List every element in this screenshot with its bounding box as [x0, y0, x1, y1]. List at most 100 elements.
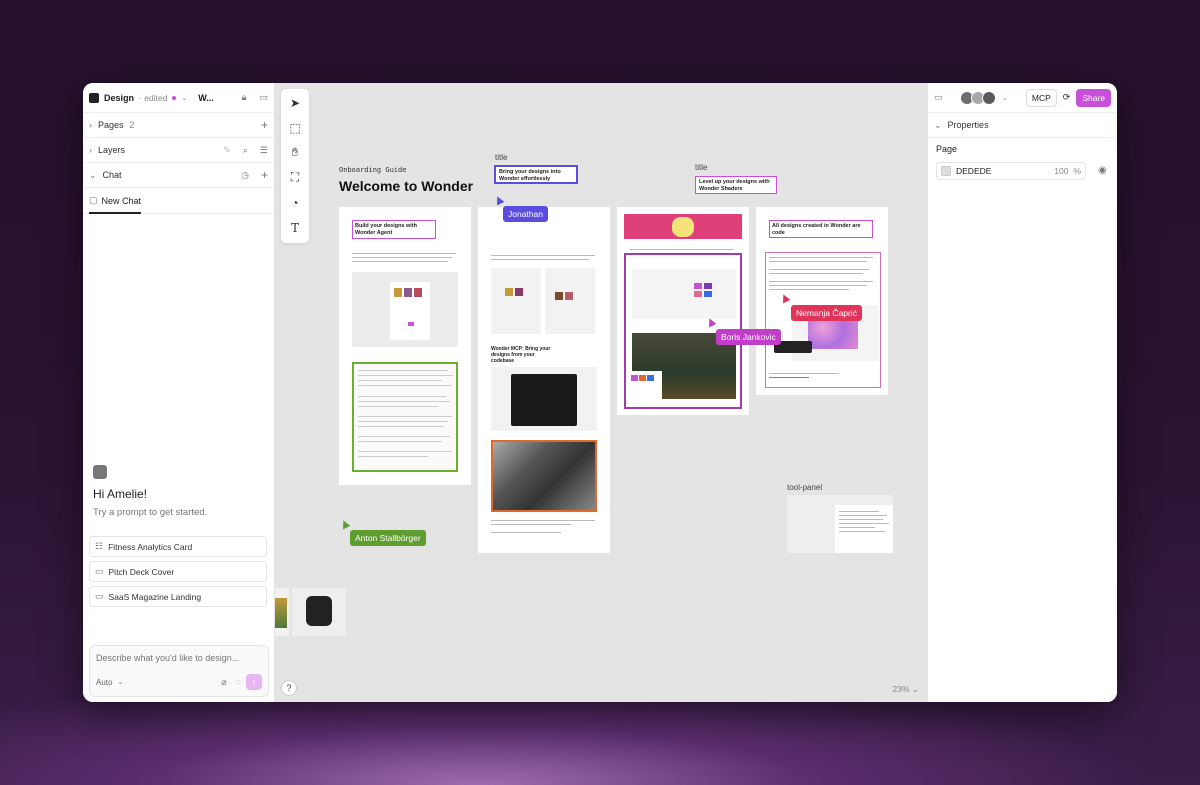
- page-color-field[interactable]: DEDEDE 100 %: [936, 162, 1086, 180]
- chevron-down-icon[interactable]: ⌄: [1002, 94, 1008, 102]
- artboard-3[interactable]: [617, 207, 749, 415]
- edited-dot-icon: [172, 95, 177, 100]
- filter-icon[interactable]: ☰: [260, 145, 268, 156]
- sidebar-toggle-icon[interactable]: ▭: [259, 92, 268, 103]
- prompt-fitness-analytics[interactable]: ☷ Fitness Analytics Card: [89, 536, 267, 557]
- shader-tool-icon[interactable]: ◔: [285, 193, 305, 212]
- page-opacity-unit: %: [1073, 166, 1081, 176]
- chat-input[interactable]: [96, 653, 256, 663]
- pages-section[interactable]: › Pages 2 +: [83, 113, 274, 138]
- cursor-arrow-icon: [339, 518, 351, 530]
- terminal-preview: [491, 367, 597, 431]
- cursor-nemanja-capric: Nemanja Čaprić: [791, 305, 862, 321]
- page-opacity-value[interactable]: 100: [1054, 166, 1068, 176]
- cursor-anton-stallborger: Anton Stallbörger: [350, 530, 426, 546]
- greeting: Hi Amelie!: [93, 487, 148, 501]
- eye-icon[interactable]: ◉: [1098, 165, 1107, 176]
- card1-title: Build your designs with Wonder Agent: [352, 220, 436, 240]
- chevron-down-icon[interactable]: ⌄: [117, 678, 123, 686]
- shader-preview: [491, 440, 597, 512]
- pages-count: 2: [129, 120, 135, 130]
- tab-new-chat[interactable]: ▢ New Chat: [83, 188, 274, 214]
- prompt-pitch-deck[interactable]: ▭ Pitch Deck Cover: [89, 561, 267, 582]
- page-label: Page: [936, 144, 958, 154]
- chat-label: Chat: [102, 170, 122, 180]
- left-header: Design · edited ⌄ W... 🔒︎ ▭: [83, 83, 274, 113]
- cursor-jonathan: Jonathan: [503, 206, 548, 222]
- page-color-value[interactable]: DEDEDE: [956, 166, 991, 176]
- attach-icon[interactable]: ⌀: [221, 677, 226, 688]
- layers-label: Layers: [98, 145, 126, 155]
- chat-section[interactable]: ⌄ Chat ◷ +: [83, 163, 274, 188]
- add-page-icon[interactable]: +: [261, 118, 268, 132]
- onboarding-title[interactable]: Welcome to Wonder: [339, 178, 473, 194]
- lock-icon[interactable]: 🔒︎: [242, 92, 247, 103]
- chat-bubble-icon: ▢: [89, 195, 98, 205]
- design-canvas[interactable]: Onboarding Guide Welcome to Wonder title…: [275, 83, 927, 702]
- mcp-button[interactable]: MCP: [1025, 88, 1057, 107]
- frame-tool-icon[interactable]: ⬚: [285, 118, 305, 137]
- select-tool-icon[interactable]: ➤: [285, 93, 305, 112]
- share-button[interactable]: Share: [1076, 88, 1111, 107]
- sync-status-icon[interactable]: ⟳: [1063, 92, 1071, 103]
- title-label-1: title: [495, 153, 508, 162]
- partial-artboard-b[interactable]: [292, 588, 346, 636]
- right-header: ▭ ⌄ MCP ⟳ Share: [928, 83, 1117, 113]
- prompt-label: Fitness Analytics Card: [108, 541, 193, 552]
- chat-input-box: Auto ⌄ ⌀ ◌ ↑: [89, 645, 269, 697]
- prompt-suggestions: ☷ Fitness Analytics Card ▭ Pitch Deck Co…: [89, 536, 267, 611]
- title-text-2: Level up your designs with Wonder Shader…: [699, 179, 770, 192]
- properties-label: Properties: [947, 120, 989, 130]
- panel-toggle-icon[interactable]: ▭: [934, 92, 943, 103]
- search-icon[interactable]: ⌕: [243, 145, 248, 156]
- title-frame-2[interactable]: Level up your designs with Wonder Shader…: [695, 176, 777, 194]
- left-panel: Design · edited ⌄ W... 🔒︎ ▭ › Pages 2 + …: [83, 83, 275, 702]
- history-icon[interactable]: ◷: [241, 170, 249, 181]
- artboard-1[interactable]: Build your designs with Wonder Agent: [339, 207, 471, 485]
- artboard-2[interactable]: Wonder MCP: Bring your designs from your…: [478, 207, 610, 553]
- browser-icon: ▭: [95, 591, 104, 601]
- title-label-2: title: [695, 163, 708, 172]
- hand-tool-icon[interactable]: ✋︎: [285, 143, 305, 162]
- zoom-level[interactable]: 23% ⌄: [893, 684, 920, 695]
- progress-ring-icon: ◌: [235, 677, 241, 687]
- tool-panel-frame[interactable]: [787, 495, 893, 553]
- new-chat-icon[interactable]: +: [261, 168, 268, 182]
- agent-logo-icon: [93, 465, 107, 479]
- send-button[interactable]: ↑: [246, 674, 262, 690]
- partial-artboard-a[interactable]: [275, 588, 289, 636]
- right-panel: ▭ ⌄ MCP ⟳ Share ⌄ Properties Page DEDEDE…: [927, 83, 1117, 702]
- text-tool-icon[interactable]: T: [285, 218, 305, 237]
- cursor-boris-jankovic: Boris Jankovic: [716, 329, 781, 345]
- properties-section[interactable]: ⌄ Properties: [928, 113, 1117, 138]
- prompt-saas-landing[interactable]: ▭ SaaS Magazine Landing: [89, 586, 267, 607]
- layers-section[interactable]: › Layers ✎ ⌕ ☰: [83, 138, 274, 163]
- chevron-down-icon[interactable]: ⌄: [181, 94, 187, 102]
- chevron-right-icon[interactable]: ›: [89, 120, 92, 130]
- artboard-4[interactable]: All designs created in Wonder are code: [756, 207, 888, 395]
- chevron-down-icon[interactable]: ⌄: [934, 120, 942, 131]
- zoom-value: 23%: [892, 684, 910, 694]
- tool-palette: ➤ ⬚ ✋︎ ⛶ ◔ T: [281, 89, 309, 243]
- doc-status: · edited: [139, 92, 168, 103]
- pen-icon[interactable]: ✎: [223, 145, 231, 156]
- app-window: Design · edited ⌄ W... 🔒︎ ▭ › Pages 2 + …: [83, 83, 1117, 702]
- tab-new-chat-label: New Chat: [101, 195, 142, 206]
- cursor-arrow-icon: [493, 194, 505, 206]
- tool-panel-label: tool-panel: [787, 483, 823, 492]
- doc-title[interactable]: Design: [104, 93, 134, 103]
- list-icon: ☷: [95, 541, 104, 551]
- title-frame-1[interactable]: Bring your designs into Wonder effortles…: [494, 165, 578, 184]
- chevron-right-icon[interactable]: ›: [89, 145, 92, 155]
- prompt-label: SaaS Magazine Landing: [108, 591, 202, 602]
- avatar[interactable]: [982, 90, 996, 105]
- doc-title-short[interactable]: W...: [198, 93, 214, 103]
- help-button[interactable]: ?: [281, 680, 297, 696]
- chevron-down-icon[interactable]: ⌄: [89, 170, 97, 181]
- prompt-label: Pitch Deck Cover: [108, 566, 175, 577]
- mode-select[interactable]: Auto: [96, 678, 112, 687]
- title-text-1: Bring your designs into Wonder effortles…: [499, 169, 561, 182]
- app-logo-icon[interactable]: [89, 92, 99, 103]
- page-color-swatch[interactable]: [941, 166, 951, 176]
- crop-tool-icon[interactable]: ⛶: [285, 168, 305, 187]
